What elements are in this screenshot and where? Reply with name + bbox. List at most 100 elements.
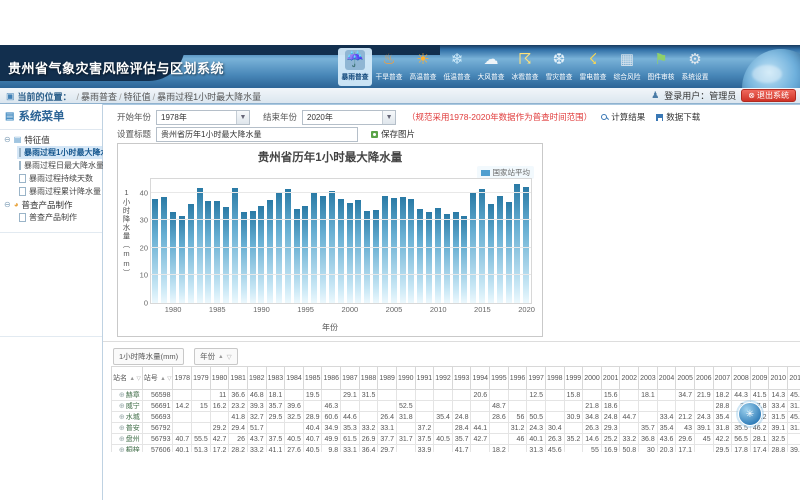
station-name-cell[interactable]: ⊕桐梓 <box>112 445 143 453</box>
col-header-2004[interactable]: 2004 <box>657 367 676 390</box>
col-header-1984[interactable]: 1984 <box>285 367 304 390</box>
bar-1984[interactable] <box>205 201 211 303</box>
col-header-1998[interactable]: 1998 <box>545 367 564 390</box>
filter-icon[interactable]: ▽ <box>227 353 232 361</box>
sidebar-item-暴雨过程1小时最大降水量[interactable]: 暴雨过程1小时最大降水量 <box>17 146 102 159</box>
col-header-1992[interactable]: 1992 <box>434 367 453 390</box>
measure-chip[interactable]: 1小时降水量(mm) <box>113 348 184 365</box>
bar-2003[interactable] <box>373 210 379 303</box>
col-header-1996[interactable]: 1996 <box>508 367 527 390</box>
col-header-1991[interactable]: 1991 <box>415 367 434 390</box>
bar-1978[interactable] <box>152 199 158 303</box>
col-header-1997[interactable]: 1997 <box>527 367 546 390</box>
nav-item-雪灾普查[interactable]: ❆雪灾普查 <box>542 48 576 86</box>
col-header-1978[interactable]: 1978 <box>173 367 192 390</box>
col-header-1990[interactable]: 1990 <box>396 367 415 390</box>
col-header-2002[interactable]: 2002 <box>620 367 639 390</box>
col-header-2001[interactable]: 2001 <box>601 367 620 390</box>
sidebar-item-暴雨过程日最大降水量[interactable]: 暴雨过程日最大降水量 <box>17 159 102 172</box>
sort-filter-icons[interactable]: ▲ ▽ <box>128 376 141 382</box>
col-header-2007[interactable]: 2007 <box>713 367 732 390</box>
col-header-1986[interactable]: 1986 <box>322 367 341 390</box>
nav-item-干旱普查[interactable]: ♨干旱普查 <box>372 48 406 86</box>
bar-2002[interactable] <box>364 211 370 303</box>
sidebar-group-特征值[interactable]: ⊖▤特征值 <box>4 133 102 146</box>
bar-2004[interactable] <box>382 196 388 303</box>
col-header-2000[interactable]: 2000 <box>583 367 602 390</box>
expand-icon[interactable]: ⊕ <box>119 436 125 443</box>
bar-1986[interactable] <box>223 207 229 303</box>
expand-icon[interactable]: ⊕ <box>119 425 125 432</box>
bar-2020[interactable] <box>523 187 529 303</box>
col-header-2011[interactable]: 2011 <box>788 367 800 390</box>
bar-2005[interactable] <box>391 198 397 303</box>
expand-icon[interactable]: ⊕ <box>119 392 125 399</box>
station-data-table-wrap[interactable]: 站名 ▲ ▽站号 ▲ ▽1978197919801981198219831984… <box>111 366 800 452</box>
breadcrumb-item[interactable]: 暴雨过程1小时最大降水量 <box>157 92 261 102</box>
col-header-1979[interactable]: 1979 <box>192 367 211 390</box>
col-header-1982[interactable]: 1982 <box>247 367 266 390</box>
expand-icon[interactable]: ⊕ <box>119 414 125 421</box>
sidebar-item-暴雨过程持续天数[interactable]: 暴雨过程持续天数 <box>17 172 102 185</box>
chevron-down-icon[interactable]: ▼ <box>382 111 395 124</box>
bar-2012[interactable] <box>453 212 459 303</box>
sidebar-group-普查产品制作[interactable]: ⊖◕普查产品制作 <box>4 198 102 211</box>
bar-1980[interactable] <box>170 212 176 303</box>
bar-2010[interactable] <box>435 208 441 303</box>
bar-1989[interactable] <box>250 211 256 303</box>
start-year-select[interactable]: 1978年 ▼ <box>156 110 250 125</box>
col-header-1993[interactable]: 1993 <box>452 367 471 390</box>
bar-1994[interactable] <box>294 209 300 303</box>
bar-1995[interactable] <box>302 206 308 303</box>
station-name-cell[interactable]: ⊕赫章 <box>112 390 143 401</box>
chart-title-input[interactable]: 贵州省历年1小时最大降水量 <box>156 127 358 142</box>
sort-icon[interactable]: ▲ <box>218 354 223 360</box>
download-data-button[interactable]: 数据下载 <box>656 111 700 123</box>
col-header-1985[interactable]: 1985 <box>303 367 322 390</box>
station-name-cell[interactable]: ⊕水城 <box>112 412 143 423</box>
nav-item-暴雨普查[interactable]: ☔暴雨普查 <box>338 48 372 86</box>
breadcrumb-item[interactable]: 特征值 <box>124 92 151 102</box>
calculate-button[interactable]: 计算结果 <box>601 111 645 123</box>
nav-item-冰雹普查[interactable]: ☈冰雹普查 <box>508 48 542 86</box>
col-header-1983[interactable]: 1983 <box>266 367 285 390</box>
col-header-2009[interactable]: 2009 <box>750 367 769 390</box>
save-image-button[interactable]: 保存图片 <box>371 128 415 140</box>
nav-item-雷电普查[interactable]: ☇雷电普查 <box>576 48 610 86</box>
col-header-2003[interactable]: 2003 <box>639 367 658 390</box>
col-header-1994[interactable]: 1994 <box>471 367 490 390</box>
bar-2014[interactable] <box>470 193 476 303</box>
sidebar-item-普查产品制作[interactable]: 普查产品制作 <box>17 211 102 224</box>
bar-2018[interactable] <box>506 202 512 303</box>
expand-icon[interactable]: ⊕ <box>119 403 125 410</box>
nav-item-系统设置[interactable]: ⚙系统设置 <box>678 48 712 86</box>
nav-item-大风普查[interactable]: ☁大风普查 <box>474 48 508 86</box>
col-header-2005[interactable]: 2005 <box>676 367 695 390</box>
col-header-1987[interactable]: 1987 <box>341 367 360 390</box>
bar-2011[interactable] <box>444 214 450 303</box>
station-name-cell[interactable]: ⊕普安 <box>112 423 143 434</box>
bar-2017[interactable] <box>497 196 503 303</box>
bar-1985[interactable] <box>214 201 220 303</box>
bar-1996[interactable] <box>311 193 317 303</box>
expand-icon[interactable]: ⊕ <box>119 447 125 452</box>
bar-1997[interactable] <box>320 196 326 303</box>
col-header-2010[interactable]: 2010 <box>769 367 788 390</box>
bar-1993[interactable] <box>285 189 291 303</box>
bar-1981[interactable] <box>179 216 185 303</box>
bar-2013[interactable] <box>461 216 467 303</box>
nav-item-综合风险[interactable]: ▦综合风险 <box>610 48 644 86</box>
bar-1990[interactable] <box>258 206 264 303</box>
chevron-down-icon[interactable]: ▼ <box>236 111 249 124</box>
sidebar-item-暴雨过程累计降水量[interactable]: 暴雨过程累计降水量 <box>17 185 102 198</box>
station-name-cell[interactable]: ⊕盘州 <box>112 434 143 445</box>
floating-widget-button[interactable]: ✳ <box>736 400 764 428</box>
col-header-1999[interactable]: 1999 <box>564 367 583 390</box>
bar-1988[interactable] <box>241 212 247 303</box>
bar-2001[interactable] <box>355 200 361 303</box>
tree-collapse-icon[interactable]: ⊖ <box>4 200 11 209</box>
bar-2007[interactable] <box>408 199 414 303</box>
col-header-id[interactable]: 站号 ▲ ▽ <box>142 367 173 390</box>
bar-1979[interactable] <box>161 197 167 303</box>
nav-item-高温普查[interactable]: ☀高温普查 <box>406 48 440 86</box>
